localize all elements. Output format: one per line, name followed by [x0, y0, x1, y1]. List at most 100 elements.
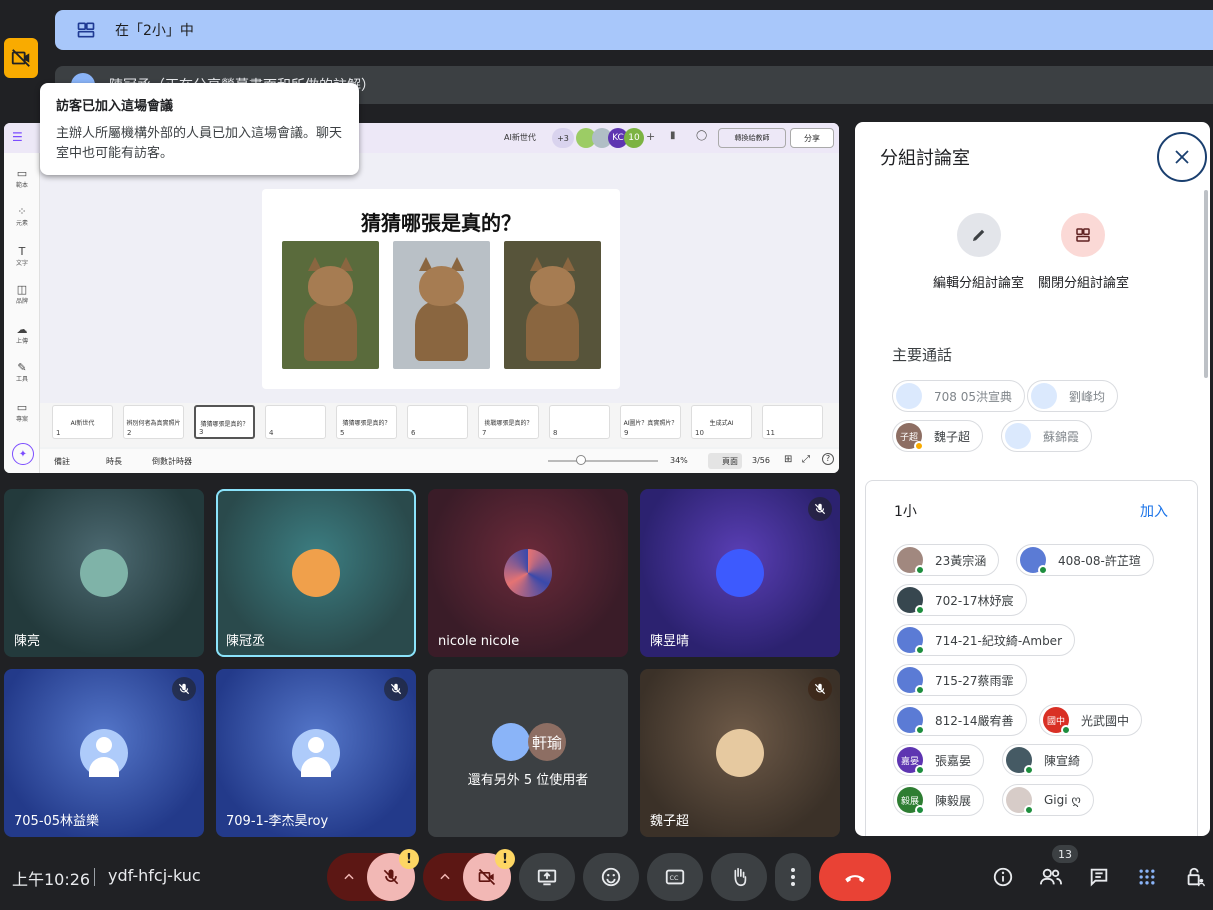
slide-thumbnail[interactable]: 猜猜哪張是真的？ 5 — [336, 405, 397, 439]
member-chip[interactable]: 蘇錦霞 — [1001, 420, 1093, 452]
slide-thumbnail[interactable]: 辨別何者為真實照片 2 — [123, 405, 184, 439]
emoji-icon — [601, 867, 621, 887]
more-options-button[interactable] — [775, 853, 811, 901]
participant-tile[interactable]: 陳昱晴 — [640, 489, 840, 657]
info-icon — [993, 867, 1013, 887]
people-count-badge: 13 — [1052, 845, 1078, 863]
close-rooms-label[interactable]: 關閉分組討論室 — [1038, 272, 1129, 291]
member-chip[interactable]: 714-21-紀玟綺-Amber — [893, 624, 1075, 656]
chat-button[interactable] — [1084, 862, 1114, 892]
member-chip[interactable]: 子超 魏子超 — [892, 420, 984, 452]
thumbnail-number: 2 — [127, 429, 132, 437]
emoji-button[interactable] — [583, 853, 639, 901]
participant-name: 陳亮 — [14, 634, 41, 649]
camera-options-button[interactable] — [423, 853, 467, 901]
member-chip[interactable]: 408-08-許芷瑄 — [1016, 544, 1154, 576]
text-icon: T — [18, 245, 26, 258]
fullscreen-icon[interactable]: ⤢ — [802, 454, 810, 465]
leftbar-item[interactable]: ◫ 品牌 — [4, 283, 40, 305]
close-icon — [1175, 150, 1189, 164]
comment-icon[interactable]: ◯ — [696, 130, 707, 141]
plus-icon[interactable]: + — [646, 130, 655, 143]
member-chip[interactable]: 708 05洪宣典 — [892, 380, 1025, 412]
leftbar-item[interactable]: ✎ 工具 — [4, 361, 40, 383]
more-participants-tile[interactable]: 軒瑜 還有另外 5 位使用者 — [428, 669, 628, 837]
notes-button[interactable]: 備註 — [54, 456, 70, 467]
menu-icon[interactable]: ☰ — [12, 130, 23, 144]
mic-warning-icon[interactable]: ! — [399, 849, 419, 869]
captions-button[interactable]: CC — [647, 853, 703, 901]
slide-thumbnail[interactable]: 生成式AI 10 — [691, 405, 752, 439]
participant-tile[interactable]: 705-05林益樂 — [4, 669, 204, 837]
leftbar-item[interactable]: ▭ 範本 — [4, 167, 40, 189]
raise-hand-button[interactable] — [711, 853, 767, 901]
participant-tile[interactable]: nicole nicole — [428, 489, 628, 657]
duration-button[interactable]: 時長 — [106, 456, 122, 467]
thumbnail-label: AI新世代 — [70, 420, 95, 427]
share-button[interactable]: 分享 — [790, 128, 834, 148]
shared-screen: ☰ AI新世代 +3 KC 10 + ▮ ◯ 轉換給教師 分享 ▭ 範本 ⁘ 元素 … — [4, 123, 839, 473]
avatar — [716, 729, 764, 777]
timer-button[interactable]: 倒數計時器 — [152, 456, 192, 467]
participant-tile[interactable]: 709-1-李杰昊roy — [216, 669, 416, 837]
member-chip[interactable]: 陳宣綺 — [1002, 744, 1094, 776]
edit-rooms-button[interactable] — [957, 213, 1001, 257]
slide-thumbnail[interactable]: AI圖片？真實照片？ 9 — [620, 405, 681, 439]
people-button[interactable] — [1036, 862, 1066, 892]
activities-button[interactable] — [1132, 862, 1162, 892]
camera-warning-icon[interactable]: ! — [495, 849, 515, 869]
help-icon[interactable]: ? — [822, 453, 834, 465]
chart-icon[interactable]: ▮ — [670, 130, 676, 141]
send-to-teacher-button[interactable]: 轉換給教師 — [718, 128, 786, 148]
no-video-warning-icon[interactable] — [4, 38, 38, 78]
close-panel-button[interactable] — [1157, 132, 1207, 182]
slide-thumbnail[interactable]: 11 — [762, 405, 823, 439]
member-chip[interactable]: 715-27蔡雨霏 — [893, 664, 1027, 696]
zoom-slider[interactable] — [548, 460, 658, 462]
slide-thumbnail[interactable]: 6 — [407, 405, 468, 439]
leftbar-item[interactable]: ▭ 專案 — [4, 401, 40, 423]
editor-statusbar: 備註 時長 倒數計時器 34% 頁面 3/56 ⊞ ⤢ ? — [40, 449, 839, 473]
present-screen-button[interactable] — [519, 853, 575, 901]
close-rooms-button[interactable] — [1061, 213, 1105, 257]
participant-tile[interactable]: 魏子超 — [640, 669, 840, 837]
lock-person-icon — [1187, 867, 1205, 887]
member-chip[interactable]: 702-17林妤宸 — [893, 584, 1027, 616]
edit-rooms-label[interactable]: 編輯分組討論室 — [933, 272, 1024, 291]
slide-thumbnail[interactable]: AI新世代 1 — [52, 405, 113, 439]
mic-options-button[interactable] — [327, 853, 371, 901]
zoom-slider-handle[interactable] — [576, 455, 586, 465]
join-room-button[interactable]: 加入 — [1140, 501, 1168, 521]
magic-icon[interactable]: ✦ — [12, 443, 34, 465]
slide-thumbnail[interactable]: 8 — [549, 405, 610, 439]
participant-name: 魏子超 — [650, 814, 690, 829]
member-chip[interactable]: 劉峰均 — [1027, 380, 1119, 412]
avatar — [897, 587, 925, 615]
leftbar-item[interactable]: ☁ 上傳 — [4, 323, 40, 345]
page-view-button[interactable]: 頁面 — [708, 453, 742, 469]
leftbar-item[interactable]: T 文字 — [4, 245, 40, 267]
member-chip[interactable]: 嘉晏 張嘉晏 — [893, 744, 985, 776]
participant-tile-active-speaker[interactable]: 陳冠丞 — [216, 489, 416, 657]
divider — [94, 868, 95, 886]
slide-thumbnail[interactable]: 挑戰哪張是真的？ 7 — [478, 405, 539, 439]
host-controls-button[interactable] — [1180, 862, 1210, 892]
panel-scrollbar[interactable] — [1204, 190, 1208, 378]
collab-more[interactable]: +3 — [552, 128, 574, 148]
member-chip[interactable]: 國中 光武國中 — [1039, 704, 1143, 736]
grid-icon[interactable]: ⊞ — [784, 454, 792, 465]
meeting-details-button[interactable] — [988, 862, 1018, 892]
avatar: 子超 — [896, 423, 924, 451]
member-chip[interactable]: 812-14嚴宥善 — [893, 704, 1027, 736]
draw-icon: ✎ — [17, 361, 27, 374]
member-chip[interactable]: Gigi ღ — [1002, 784, 1094, 816]
editor-leftbar: ▭ 範本 ⁘ 元素 T 文字 ◫ 品牌 ☁ 上傳 ✎ 工具 ▭ 專案 ✦ — [4, 153, 40, 473]
leftbar-item[interactable]: ⁘ 元素 — [4, 205, 40, 227]
slide-thumbnail[interactable]: 猜猜哪張是真的？ 3 — [194, 405, 255, 439]
participant-tile[interactable]: 陳亮 — [4, 489, 204, 657]
leave-call-button[interactable] — [819, 853, 891, 901]
slide-thumbnail[interactable]: 4 — [265, 405, 326, 439]
hang-up-icon — [845, 875, 865, 883]
member-chip[interactable]: 23黃宗涵 — [893, 544, 1000, 576]
member-chip[interactable]: 毅展 陳毅展 — [893, 784, 985, 816]
